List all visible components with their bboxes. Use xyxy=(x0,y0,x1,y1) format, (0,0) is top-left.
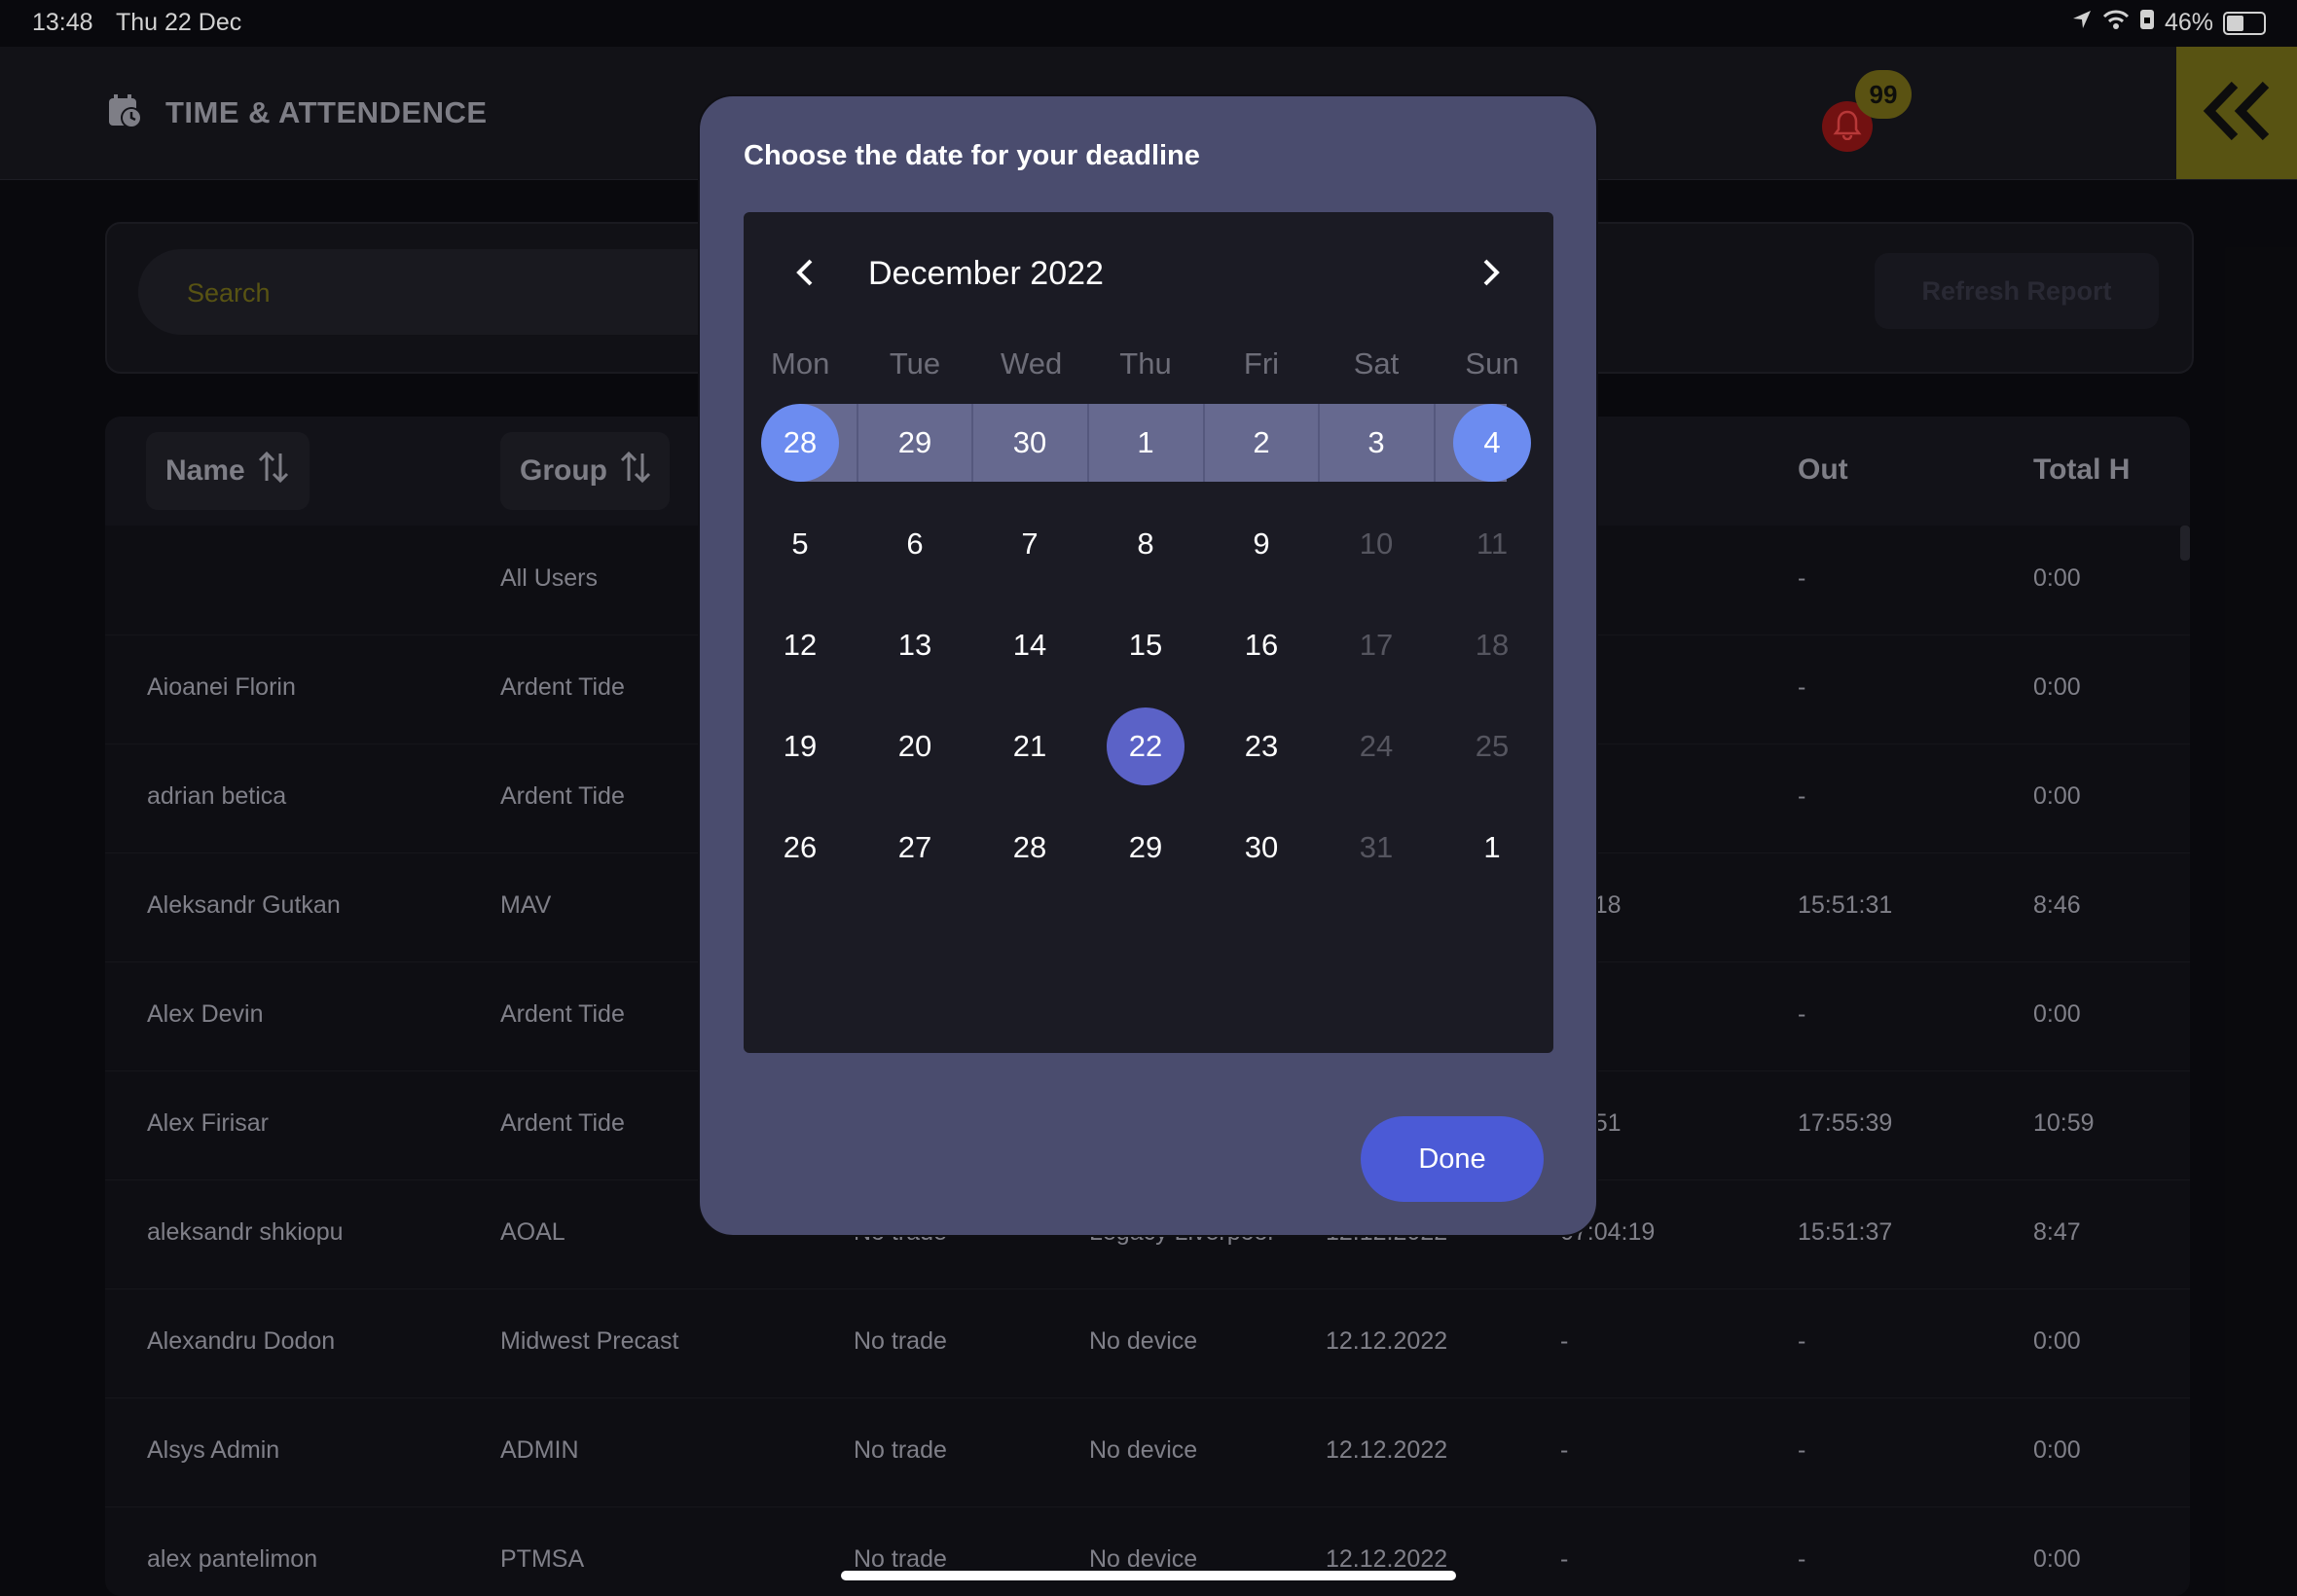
calendar-day[interactable]: 13 xyxy=(876,606,954,684)
weekday-label: Tue xyxy=(889,346,941,381)
weekday-label: Fri xyxy=(1243,346,1280,381)
weekday-label: Sun xyxy=(1465,346,1519,381)
calendar-day[interactable]: 27 xyxy=(876,809,954,887)
calendar-month-label: December 2022 xyxy=(868,255,1104,292)
calendar-day[interactable]: 28 xyxy=(991,809,1069,887)
calendar-day[interactable]: 31 xyxy=(1337,809,1415,887)
calendar-day[interactable]: 26 xyxy=(761,809,839,887)
calendar-day[interactable]: 25 xyxy=(1453,707,1531,785)
range-separator xyxy=(857,404,858,482)
calendar-day[interactable]: 1 xyxy=(1453,809,1531,887)
calendar-day[interactable]: 14 xyxy=(991,606,1069,684)
calendar-day[interactable]: 22 xyxy=(1107,707,1185,785)
calendar-day[interactable]: 20 xyxy=(876,707,954,785)
calendar-day[interactable]: 28 xyxy=(761,404,839,482)
calendar-day[interactable]: 10 xyxy=(1337,505,1415,583)
range-separator xyxy=(1433,404,1436,482)
calendar-day[interactable]: 19 xyxy=(761,707,839,785)
calendar-day[interactable]: 21 xyxy=(991,707,1069,785)
weekday-label: Wed xyxy=(1001,346,1063,381)
range-separator xyxy=(1086,404,1089,482)
calendar-day[interactable]: 29 xyxy=(1107,809,1185,887)
range-separator xyxy=(971,404,973,482)
weekday-label: Mon xyxy=(771,346,830,381)
calendar-day[interactable]: 9 xyxy=(1222,505,1300,583)
weekday-label: Thu xyxy=(1119,346,1172,381)
calendar-day[interactable]: 24 xyxy=(1337,707,1415,785)
range-separator xyxy=(1318,404,1320,482)
calendar-day[interactable]: 30 xyxy=(1222,809,1300,887)
previous-month-button[interactable] xyxy=(782,251,828,298)
chevron-left-icon xyxy=(793,258,817,292)
calendar-day[interactable]: 17 xyxy=(1337,606,1415,684)
home-indicator xyxy=(841,1571,1456,1580)
calendar-day[interactable]: 23 xyxy=(1222,707,1300,785)
range-separator xyxy=(1202,404,1205,482)
chevron-right-icon xyxy=(1479,258,1503,292)
calendar-day[interactable]: 2 xyxy=(1222,404,1300,482)
date-picker-title: Choose the date for your deadline xyxy=(744,140,1200,171)
calendar-day[interactable]: 12 xyxy=(761,606,839,684)
next-month-button[interactable] xyxy=(1468,251,1514,298)
calendar-day[interactable]: 15 xyxy=(1107,606,1185,684)
done-button[interactable]: Done xyxy=(1361,1116,1544,1202)
calendar-day[interactable]: 8 xyxy=(1107,505,1185,583)
calendar-day[interactable]: 29 xyxy=(876,404,954,482)
calendar-day[interactable]: 16 xyxy=(1222,606,1300,684)
calendar-day[interactable]: 5 xyxy=(761,505,839,583)
calendar-day[interactable]: 30 xyxy=(991,404,1069,482)
calendar-day[interactable]: 1 xyxy=(1107,404,1185,482)
calendar-day[interactable]: 11 xyxy=(1453,505,1531,583)
weekday-label: Sat xyxy=(1353,346,1400,381)
calendar-day[interactable]: 6 xyxy=(876,505,954,583)
calendar-day[interactable]: 3 xyxy=(1337,404,1415,482)
calendar-day[interactable]: 7 xyxy=(991,505,1069,583)
calendar-day[interactable]: 4 xyxy=(1453,404,1531,482)
calendar-day[interactable]: 18 xyxy=(1453,606,1531,684)
